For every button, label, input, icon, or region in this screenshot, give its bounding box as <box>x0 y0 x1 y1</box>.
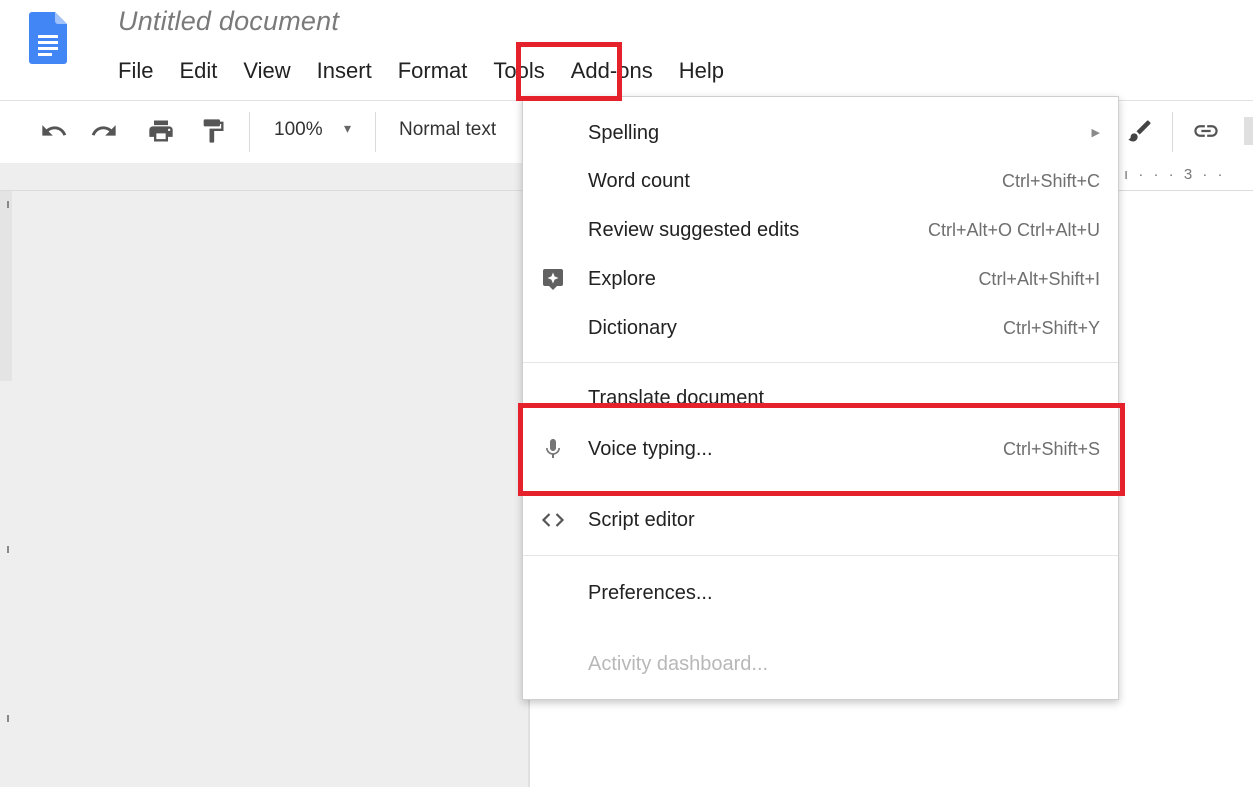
pen-icon[interactable] <box>1126 117 1154 145</box>
toolbar-separator <box>375 112 376 152</box>
margin-marker <box>7 715 9 722</box>
menu-item-spelling[interactable]: Spelling ▶ <box>523 113 1118 153</box>
menu-item-label: Preferences... <box>588 582 713 604</box>
explore-icon <box>543 269 563 290</box>
menu-item-activity-dashboard: Activity dashboard... <box>523 644 1118 684</box>
menu-edit[interactable]: Edit <box>166 56 230 86</box>
menu-help[interactable]: Help <box>666 56 737 86</box>
zoom-select[interactable]: 100% <box>274 119 323 141</box>
menu-item-shortcut: Ctrl+Shift+Y <box>1002 318 1100 338</box>
canvas-background <box>0 191 530 787</box>
print-icon[interactable] <box>147 117 175 145</box>
undo-icon[interactable] <box>40 117 68 145</box>
menu-file[interactable]: File <box>105 56 166 86</box>
menu-item-label: Review suggested edits <box>588 219 800 241</box>
menu-item-label: Word count <box>588 170 690 192</box>
menu-item-word-count[interactable]: Word count Ctrl+Shift+C <box>523 161 1118 201</box>
paragraph-style-select[interactable]: Normal text <box>399 119 496 141</box>
menu-item-label: Explore <box>588 268 656 290</box>
menu-item-preferences[interactable]: Preferences... <box>523 573 1118 613</box>
menu-item-explore[interactable]: Explore Ctrl+Alt+Shift+I <box>523 259 1118 299</box>
chevron-down-icon[interactable]: ▾ <box>344 120 351 137</box>
menu-item-label: Dictionary <box>588 317 677 339</box>
google-docs-logo-icon[interactable] <box>29 12 67 64</box>
menu-item-label: Script editor <box>588 509 695 531</box>
paint-format-icon[interactable] <box>199 117 227 145</box>
margin-marker <box>7 201 9 208</box>
margin-marker <box>7 546 9 553</box>
menu-item-script-editor[interactable]: Script editor <box>523 500 1118 540</box>
ruler-ticks: ı · · · 3 · · <box>1124 166 1226 183</box>
menu-separator <box>523 362 1118 363</box>
menu-item-dictionary[interactable]: Dictionary Ctrl+Shift+Y <box>523 308 1118 348</box>
menu-item-review-suggested-edits[interactable]: Review suggested edits Ctrl+Alt+O Ctrl+A… <box>523 210 1118 250</box>
menu-insert[interactable]: Insert <box>304 56 385 86</box>
vertical-ruler <box>0 191 12 381</box>
redo-icon[interactable] <box>90 117 118 145</box>
menu-format[interactable]: Format <box>385 56 481 86</box>
menu-view[interactable]: View <box>230 56 303 86</box>
menu-item-label: Activity dashboard... <box>588 653 769 675</box>
menu-item-shortcut: Ctrl+Alt+O Ctrl+Alt+U <box>927 220 1100 240</box>
menu-item-label: Spelling <box>588 122 660 144</box>
menu-bar: File Edit View Insert Format Tools Add-o… <box>105 55 737 87</box>
menu-item-shortcut: Ctrl+Alt+Shift+I <box>978 269 1100 289</box>
toolbar-separator <box>1172 112 1173 152</box>
toolbar-separator <box>249 112 250 152</box>
voice-typing-highlight-box <box>518 403 1125 496</box>
code-icon <box>541 513 565 527</box>
submenu-arrow-icon: ▶ <box>1091 127 1100 139</box>
document-title[interactable]: Untitled document <box>118 6 339 37</box>
tools-highlight-box <box>516 42 622 101</box>
menu-separator <box>523 555 1118 556</box>
toolbar-overflow-button[interactable] <box>1244 117 1253 145</box>
link-icon[interactable] <box>1192 117 1220 145</box>
tools-menu: Spelling ▶ Word count Ctrl+Shift+C Revie… <box>522 96 1119 700</box>
menu-item-shortcut: Ctrl+Shift+C <box>1001 171 1100 191</box>
